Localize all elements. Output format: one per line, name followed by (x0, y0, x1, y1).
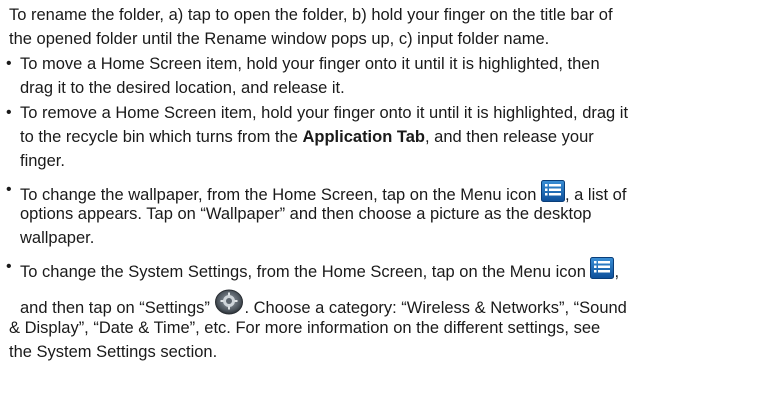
bullet-2-line-2-pre: to the recycle bin which turns from the (20, 128, 303, 146)
bullet-3-line-2: options appears. Tap on “Wallpaper” and … (20, 205, 592, 223)
settings-icon (214, 289, 244, 320)
intro-line-1: To rename the folder, a) tap to open the… (9, 6, 613, 24)
bullet-marker: • (6, 181, 12, 198)
bullet-4-line-2-pre: and then tap on “Settings” (20, 299, 215, 317)
bullet-4-line-3: & Display”, “Date & Time”, etc. For more… (9, 319, 601, 337)
bullet-1-line-2: drag it to the desired location, and rel… (20, 79, 345, 97)
bullet-marker: • (6, 104, 12, 121)
application-tab-term: Application Tab (302, 128, 425, 146)
menu-icon (540, 180, 565, 207)
bullet-3-line-1-post: , a list of (564, 186, 627, 204)
bullet-marker: • (6, 55, 12, 72)
bullet-1-line-1: To move a Home Screen item, hold your fi… (20, 55, 600, 73)
bullet-2-line-2-post: , and then release your (425, 128, 594, 146)
intro-line-2: the opened folder until the Rename windo… (9, 30, 550, 48)
bullet-4-line-1: To change the System Settings, from the … (20, 257, 619, 284)
bullet-3-line-3: wallpaper. (20, 229, 95, 247)
bullet-3-line-1: To change the wallpaper, from the Home S… (20, 180, 626, 207)
bullet-4-line-1-post: , (614, 263, 620, 281)
bullet-4-line-1-pre: To change the System Settings, from the … (20, 263, 591, 281)
bullet-2-line-3: finger. (20, 152, 65, 170)
bullet-2-line-1: To remove a Home Screen item, hold your … (20, 104, 629, 122)
bullet-3-line-1-pre: To change the wallpaper, from the Home S… (20, 186, 541, 204)
bullet-2-line-2: to the recycle bin which turns from the … (20, 127, 594, 147)
menu-icon (590, 257, 615, 284)
bullet-marker: • (6, 258, 12, 275)
bullet-4-line-2-post: . Choose a category: “Wireless & Network… (244, 299, 627, 317)
bullet-4-line-2: and then tap on “Settings” . Choose a ca… (20, 289, 627, 320)
bullet-4-line-4: the System Settings section. (9, 343, 218, 361)
